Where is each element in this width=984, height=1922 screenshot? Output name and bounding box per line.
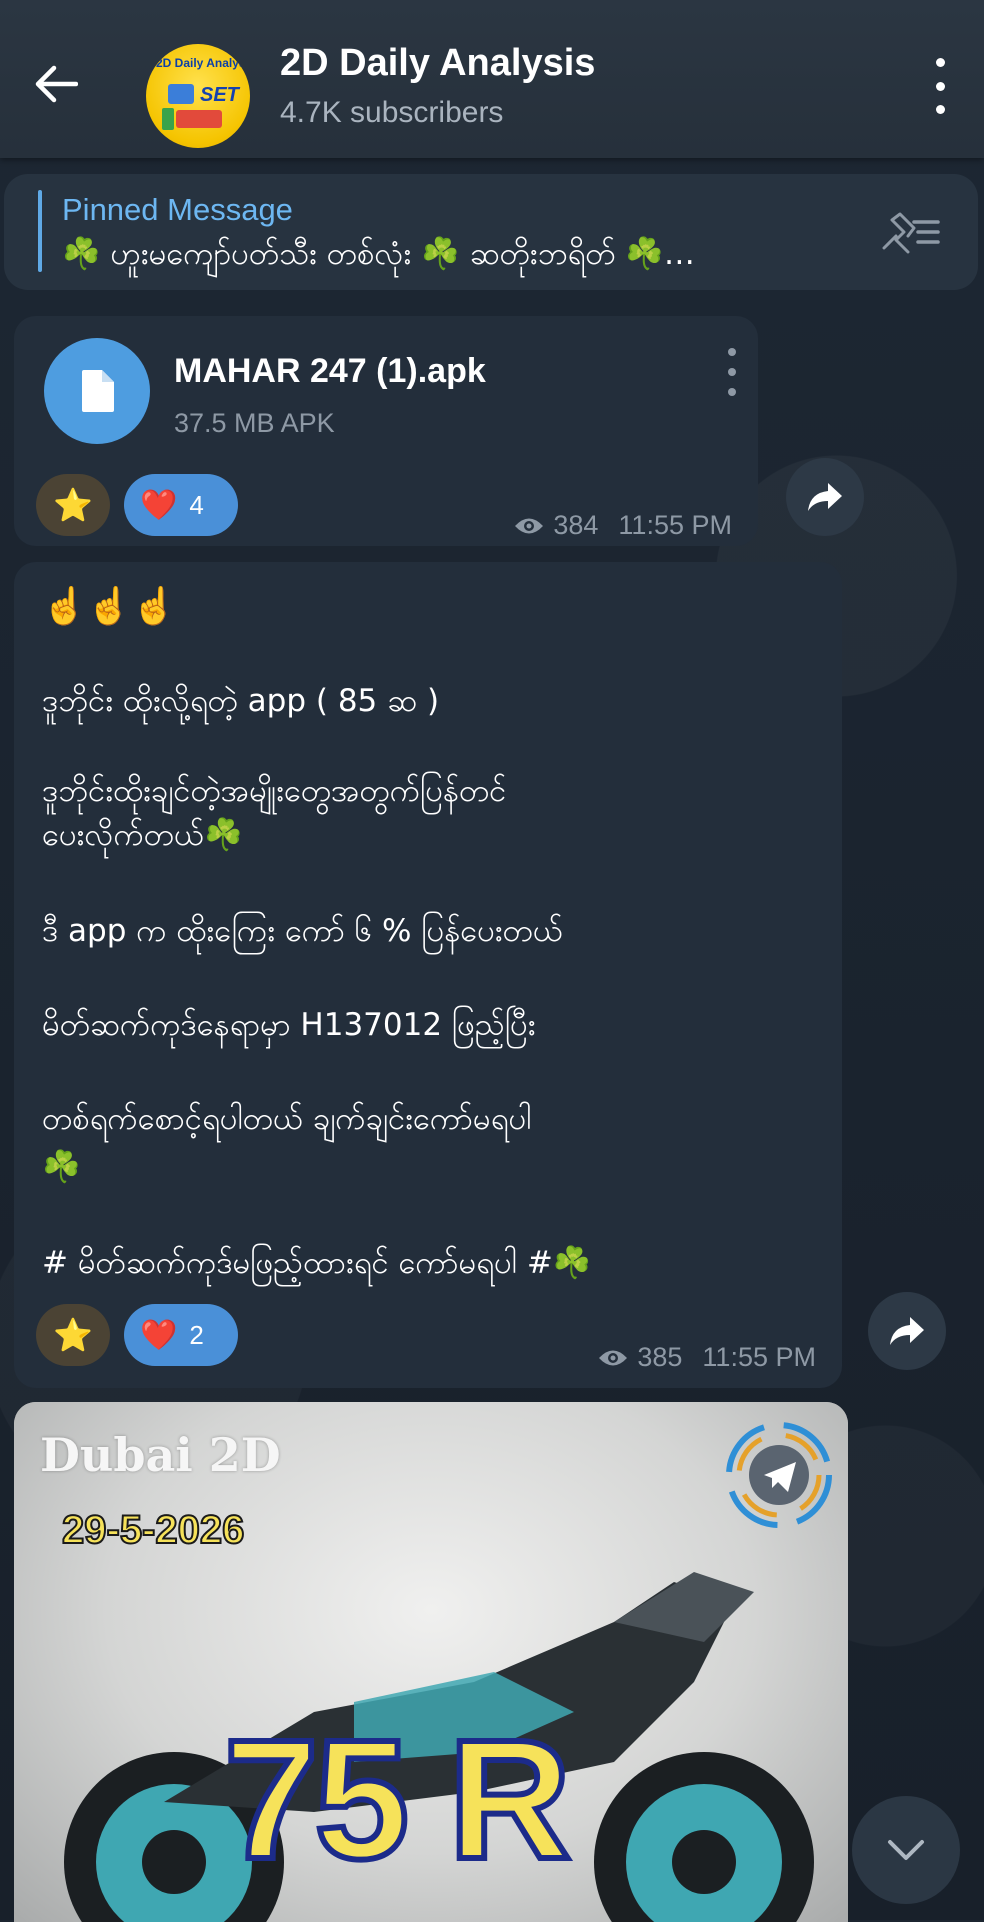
chat-header: 2D Daily Analysis SET 2D Daily Analysis … — [0, 0, 984, 158]
scroll-down-button[interactable] — [852, 1796, 960, 1904]
image-message[interactable]: Dubai 2D 29-5-2026 75 R — [14, 1402, 848, 1922]
dot — [728, 388, 736, 396]
message-line: ဒူဘိုင်း ထိုးလို့ရတဲ့ app ( 85 ဆ ) — [42, 683, 440, 719]
avatar-text: 2D Daily Analysis — [156, 56, 250, 70]
message-line: တစ်ရက်စောင့်ရပါတယ် ချက်ချင်းကော်မရပါ — [42, 1101, 532, 1137]
back-button[interactable] — [24, 52, 88, 116]
message-meta: 384 11:55 PM — [513, 510, 732, 541]
reaction-star[interactable]: ⭐ — [36, 1304, 110, 1366]
channel-title[interactable]: 2D Daily Analysis — [280, 42, 595, 85]
avatar-graphic — [168, 84, 194, 104]
telegram-logo-icon — [726, 1422, 832, 1528]
message-line: ဒီ app က ထိုးကြေး ကော် ၆ % ပြန်ပေးတယ် — [42, 913, 563, 949]
image-date: 29-5-2026 — [61, 1507, 245, 1553]
message-line: ဒူဘိုင်းထိုးချင်တဲ့အမျိုးတွေအတွက်ပြန်တင် — [42, 773, 507, 809]
more-vertical-icon-dot — [935, 105, 945, 114]
more-options-button[interactable] — [920, 58, 960, 114]
views-eye-icon — [515, 518, 544, 533]
message-line: ပေးလိုက်တယ်☘️ — [42, 817, 243, 853]
image-number: 75 R — [221, 1702, 574, 1898]
file-download-button[interactable] — [44, 338, 150, 444]
avatar-graphic — [162, 108, 174, 130]
reaction-count: 4 — [189, 489, 204, 520]
pinned-indicator — [38, 190, 42, 272]
channel-avatar[interactable]: 2D Daily Analysis SET — [146, 44, 250, 148]
message-time: 11:55 PM — [702, 1342, 816, 1372]
message-meta: 385 11:55 PM — [597, 1342, 816, 1373]
more-vertical-icon — [728, 348, 736, 356]
file-menu-button[interactable] — [720, 348, 744, 396]
image-title: Dubai 2D — [40, 1428, 281, 1482]
view-count: 385 — [637, 1342, 683, 1372]
reaction-heart[interactable]: ❤️ 4 — [124, 474, 238, 536]
pinned-message-bar[interactable]: Pinned Message ☘️ ဟူးမကျော်ပတ်သီး တစ်လုံ… — [4, 174, 978, 290]
arrow-left-icon — [35, 65, 78, 103]
star-icon: ⭐ — [53, 486, 93, 524]
file-name: MAHAR 247 (1).apk — [174, 352, 486, 390]
message-time: 11:55 PM — [618, 510, 732, 540]
reaction-count: 2 — [189, 1319, 204, 1350]
more-vertical-icon — [935, 58, 945, 67]
avatar-graphic — [176, 110, 222, 128]
star-icon: ⭐ — [53, 1316, 93, 1354]
pinned-label: Pinned Message — [62, 192, 293, 227]
views-eye-icon — [599, 1350, 628, 1365]
share-arrow-icon — [808, 483, 842, 511]
chevron-down-icon — [888, 1840, 924, 1860]
reaction-star[interactable]: ⭐ — [36, 474, 110, 536]
message-line: မိတ်ဆက်ကုဒ်နေရာမှာ H137012 ဖြည့်ပြီး — [42, 1007, 536, 1043]
heart-icon: ❤️ — [140, 487, 178, 523]
file-message[interactable]: MAHAR 247 (1).apk 37.5 MB APK ⭐ ❤️ 4 384… — [14, 316, 758, 546]
document-icon — [82, 370, 114, 412]
subscriber-count: 4.7K subscribers — [280, 96, 504, 129]
avatar-tagline: SET — [200, 84, 239, 106]
reaction-heart[interactable]: ❤️ 2 — [124, 1304, 238, 1366]
share-arrow-icon — [890, 1317, 924, 1345]
forward-button[interactable] — [786, 458, 864, 536]
message-line: ☘️ — [42, 1149, 81, 1185]
pinned-list-icon[interactable] — [878, 210, 942, 254]
view-count: 384 — [553, 510, 599, 540]
dot — [728, 368, 736, 376]
heart-icon: ❤️ — [140, 1317, 178, 1353]
file-size: 37.5 MB APK — [174, 408, 335, 438]
message-emoji-line: ☝️☝️☝️ — [42, 586, 177, 627]
message-line: # မိတ်ဆက်ကုဒ်မဖြည့်ထားရင် ကော်မရပါ #☘️ — [42, 1245, 592, 1281]
forward-button[interactable] — [868, 1292, 946, 1370]
text-message[interactable]: ☝️☝️☝️ ဒူဘိုင်း ထိုးလို့ရတဲ့ app ( 85 ဆ … — [14, 562, 842, 1388]
more-vertical-icon-dot — [935, 81, 945, 91]
pinned-text: ☘️ ဟူးမကျော်ပတ်သီး တစ်လုံး ☘️ ဆတိုးဘရိတ်… — [62, 236, 695, 272]
